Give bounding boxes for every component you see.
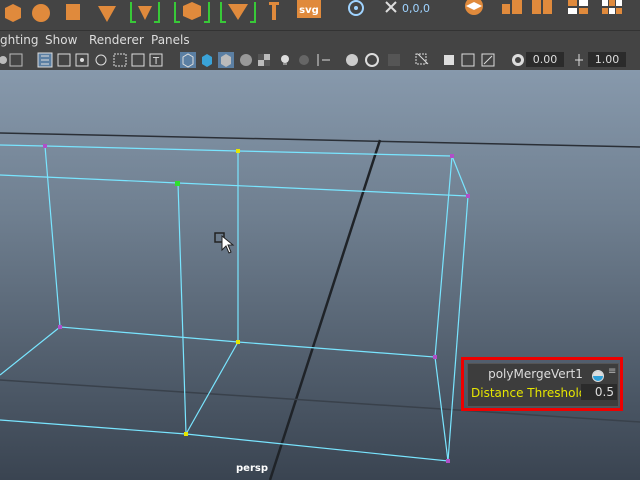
wireframe-on-shaded-icon[interactable] [218, 52, 234, 68]
cube-icon[interactable] [566, 0, 590, 28]
grid-icon[interactable] [460, 0, 488, 28]
node-name-label: polyMergeVert1 [488, 367, 583, 381]
menu-renderer[interactable]: Renderer [89, 33, 144, 47]
svg-text:T: T [152, 56, 160, 67]
shelf-toolbar: svg 0,0,0 [0, 0, 640, 31]
exposure-icon[interactable] [512, 54, 524, 66]
grid-view-icon[interactable] [37, 52, 53, 68]
cube-icon[interactable] [2, 0, 24, 28]
frame-selected-icon[interactable] [481, 53, 495, 67]
cube-icon[interactable] [600, 0, 624, 28]
frame-all-icon[interactable] [461, 53, 475, 67]
panel-toolbar: T 0.00 1.00 [0, 50, 640, 71]
svg-label: svg [299, 5, 319, 16]
camera-name-label: persp [236, 463, 268, 474]
exposure-field[interactable]: 0.00 [526, 52, 564, 67]
view-mode-icon[interactable] [9, 53, 23, 67]
smooth-shade-icon[interactable] [202, 54, 212, 67]
wireframe-icon[interactable] [180, 52, 196, 68]
text-tool-icon[interactable] [266, 0, 282, 28]
resolution-gate-icon[interactable] [75, 53, 89, 67]
film-gate-icon[interactable] [57, 53, 71, 67]
viewport-persp[interactable] [0, 70, 640, 480]
checker-icon[interactable] [258, 54, 270, 66]
select-camera-icon[interactable] [415, 53, 429, 65]
light-icon[interactable] [281, 55, 289, 65]
cube-icon[interactable] [500, 0, 524, 28]
svg-icon[interactable]: svg [296, 0, 322, 28]
bracket-icon[interactable] [218, 0, 258, 28]
shadows-icon[interactable] [299, 55, 309, 65]
highlight-box: polyMergeVert1 ≡ Distance Threshold 0.5 [461, 357, 623, 411]
distance-threshold-label: Distance Threshold [471, 386, 587, 400]
bookmark-icon[interactable] [444, 55, 454, 65]
xray-icon[interactable] [240, 54, 252, 66]
gate-mask-icon[interactable] [95, 54, 107, 66]
cube-icon[interactable] [530, 0, 554, 28]
screen-space-icon[interactable] [317, 54, 330, 66]
motion-blur-icon[interactable] [346, 54, 358, 66]
bracket-icon[interactable] [128, 0, 162, 28]
isolate-icon[interactable] [388, 54, 400, 66]
field-chart-icon[interactable] [113, 53, 127, 67]
menu-lighting[interactable]: ghting [0, 33, 38, 47]
antialias-icon[interactable] [365, 53, 379, 67]
node-attribute-icon[interactable] [592, 367, 604, 382]
menu-icon[interactable]: ≡ [608, 366, 616, 377]
gizmo-icon[interactable] [344, 0, 368, 28]
distance-threshold-field[interactable]: 0.5 [581, 384, 617, 400]
safe-action-icon[interactable] [131, 53, 145, 67]
in-view-editor: polyMergeVert1 ≡ Distance Threshold 0.5 [467, 363, 619, 407]
panel-menu-bar: ghting Show Renderer Panels [0, 31, 640, 49]
camera-icon[interactable] [0, 56, 7, 64]
viewport-background [0, 70, 640, 480]
sphere-icon[interactable] [30, 0, 52, 28]
cube-icon[interactable] [172, 0, 212, 28]
coord-label: 0,0,0 [402, 2, 430, 15]
gamma-field[interactable]: 1.00 [588, 52, 626, 67]
shape-icon[interactable] [62, 0, 84, 28]
axis-icon[interactable]: 0,0,0 [382, 0, 442, 28]
shape-icon[interactable] [96, 0, 118, 28]
safe-title-icon[interactable]: T [149, 53, 163, 67]
gamma-icon[interactable] [575, 54, 583, 66]
menu-show[interactable]: Show [45, 33, 77, 47]
menu-panels[interactable]: Panels [151, 33, 190, 47]
